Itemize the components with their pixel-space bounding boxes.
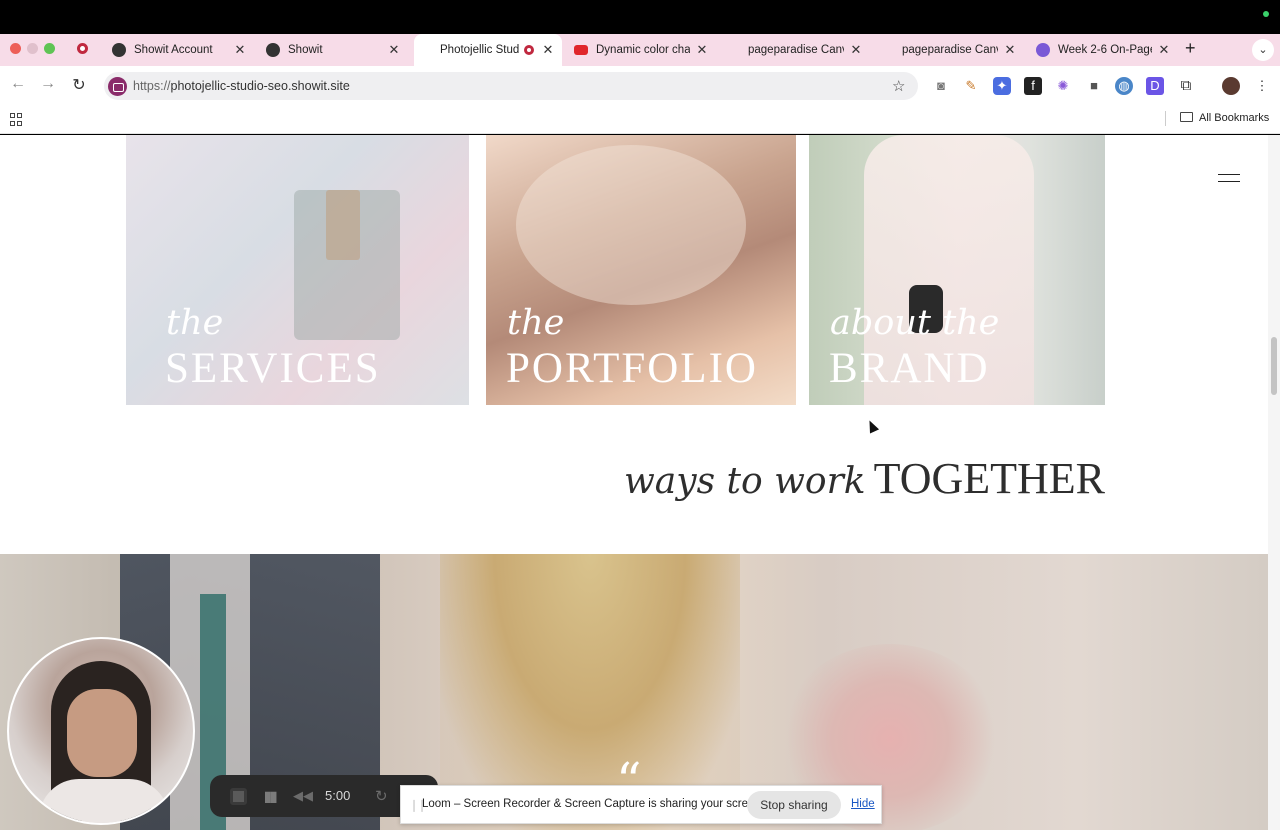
all-bookmarks-button[interactable]: All Bookmarks: [1180, 112, 1269, 124]
close-tab-icon[interactable]: ✕: [388, 42, 400, 58]
camera-extension-icon[interactable]: ◙: [932, 77, 950, 95]
showit-icon: [266, 43, 280, 57]
loom-webcam-bubble[interactable]: [7, 637, 195, 825]
bookmark-star-icon[interactable]: ☆: [892, 77, 905, 95]
card-title: BRAND: [829, 345, 990, 392]
back-arrow-icon[interactable]: ←: [8, 75, 28, 93]
apps-grid-icon[interactable]: [10, 113, 23, 126]
card-title: PORTFOLIO: [506, 345, 758, 392]
site-info-icon[interactable]: [108, 77, 127, 96]
perfume-cap-image: [326, 190, 360, 260]
pause-icon[interactable]: ▮▮: [264, 788, 277, 805]
hamburger-menu-icon[interactable]: [1218, 174, 1240, 182]
minimize-window-button[interactable]: [27, 43, 38, 54]
new-tab-button[interactable]: +: [1185, 38, 1196, 59]
video-extension-icon[interactable]: ■: [1085, 77, 1103, 95]
recording-indicator-icon: [77, 43, 88, 54]
pen-extension-icon[interactable]: ✎: [962, 77, 980, 95]
showit-icon: [112, 43, 126, 57]
rewind-icon[interactable]: ◀◀: [293, 788, 313, 804]
close-tab-icon[interactable]: ✕: [234, 42, 246, 58]
url-text[interactable]: https://photojellic-studio-seo.showit.si…: [133, 79, 350, 93]
stop-sharing-button[interactable]: Stop sharing: [747, 791, 841, 819]
hide-link[interactable]: Hide: [851, 798, 875, 810]
screen-share-notification: ❘❘ Loom – Screen Recorder & Screen Captu…: [400, 785, 882, 824]
close-tab-icon[interactable]: ✕: [850, 42, 862, 58]
tab-search-button[interactable]: ⌄: [1252, 39, 1274, 61]
close-tab-icon[interactable]: ✕: [696, 42, 708, 58]
share-message: Loom – Screen Recorder & Screen Capture …: [422, 798, 764, 810]
recording-icon: [524, 45, 534, 55]
globe-extension-icon[interactable]: ◍: [1115, 77, 1133, 95]
stop-recording-button[interactable]: [230, 788, 247, 805]
tab-week-2-6[interactable]: Week 2-6 On-Page ✕: [1028, 34, 1178, 66]
folder-icon: [1180, 112, 1193, 122]
card-brand[interactable]: about the BRAND: [809, 135, 1105, 405]
card-small-label: about the: [830, 303, 1000, 343]
macos-menubar: [0, 0, 1280, 34]
card-portfolio[interactable]: the PORTFOLIO: [486, 135, 796, 405]
presenter-face: [67, 689, 137, 777]
kebab-menu-icon[interactable]: ⋮: [1253, 77, 1271, 95]
puzzle-extensions-icon[interactable]: ⧉: [1177, 77, 1195, 95]
close-tab-icon[interactable]: ✕: [1158, 42, 1170, 58]
profile-avatar[interactable]: [1222, 77, 1240, 95]
presenter-body: [39, 779, 169, 823]
youtube-icon: [574, 45, 588, 55]
tab-pageparadise-2[interactable]: pageparadise Canv ✕: [874, 34, 1024, 66]
status-dot: [1263, 11, 1269, 17]
close-tab-icon[interactable]: ✕: [1004, 42, 1016, 58]
flower-extension-icon[interactable]: ✺: [1054, 77, 1072, 95]
tab-showit-account[interactable]: Showit Account ✕: [104, 34, 254, 66]
d-extension-icon[interactable]: D: [1146, 77, 1164, 95]
recording-timer: 5:00: [325, 788, 351, 803]
tab-pageparadise-1[interactable]: pageparadise Canv ✕: [720, 34, 870, 66]
reload-icon[interactable]: ↻: [69, 75, 89, 95]
card-small-label: the: [507, 303, 565, 343]
forward-arrow-icon[interactable]: →: [38, 75, 58, 93]
card-services[interactable]: the SERVICES: [126, 135, 469, 405]
card-title: SERVICES: [165, 345, 381, 392]
card-small-label: the: [166, 303, 224, 343]
ways-to-work-heading: ways to work TOGETHER: [623, 454, 1105, 503]
sunhat-image: [516, 145, 746, 305]
close-window-button[interactable]: [10, 43, 21, 54]
tab-dynamic-color[interactable]: Dynamic color char ✕: [566, 34, 716, 66]
bookmarks-divider: [1165, 111, 1166, 126]
scrollbar-thumb[interactable]: [1271, 337, 1277, 395]
close-tab-icon[interactable]: ✕: [542, 42, 554, 58]
font-extension-icon[interactable]: f: [1024, 77, 1042, 95]
grid-extension-icon[interactable]: ✦: [993, 77, 1011, 95]
gear-flower-icon: [1036, 43, 1050, 57]
tab-showit[interactable]: Showit ✕: [258, 34, 408, 66]
page-scrollbar[interactable]: [1268, 135, 1280, 830]
bookmarks-bar: [0, 104, 1280, 134]
zoom-window-button[interactable]: [44, 43, 55, 54]
restart-icon[interactable]: ↻: [375, 787, 388, 805]
tab-photojellic-studio[interactable]: Photojellic Studi ✕: [414, 34, 562, 66]
